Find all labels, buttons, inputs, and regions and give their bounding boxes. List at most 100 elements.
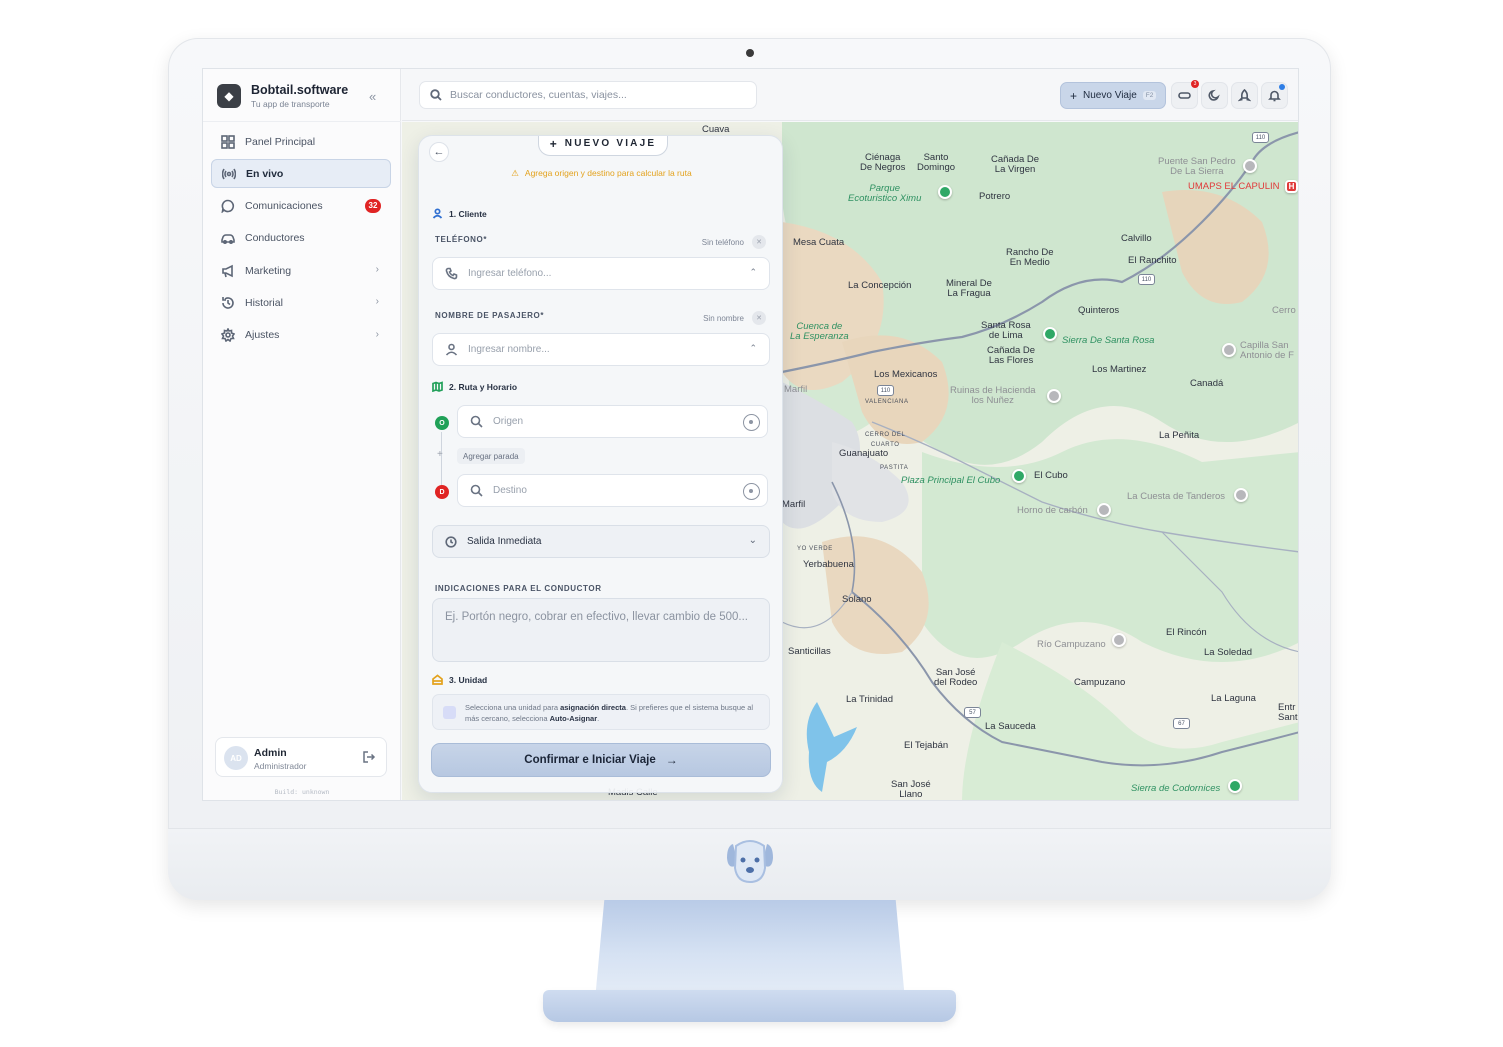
search-input[interactable]: Buscar conductores, cuentas, viajes... — [419, 81, 757, 109]
sidebar-item-ajustes[interactable]: Ajustes › — [211, 321, 391, 350]
search-icon — [430, 89, 442, 101]
locate-icon[interactable] — [743, 414, 760, 431]
origin-input[interactable]: Origen — [457, 405, 768, 438]
departure-select[interactable]: Salida Inmediata ⌄ — [432, 525, 770, 558]
divider — [203, 121, 401, 122]
highway-shield: 110 — [877, 385, 894, 396]
bell-icon — [1268, 90, 1281, 102]
route-warning-text: Agrega origen y destino para calcular la… — [524, 168, 692, 178]
poi-marker[interactable] — [1097, 503, 1111, 517]
connection-status-button[interactable]: 3 — [1171, 80, 1199, 109]
close-icon: ✕ — [752, 311, 766, 325]
map-label: San José del Rodeo — [934, 667, 978, 688]
unit-info-text: Selecciona una unidad para asignación di… — [465, 702, 765, 724]
add-stop-button[interactable]: Agregar parada — [457, 448, 525, 464]
unit-icon — [432, 674, 443, 685]
map-label: La Cuesta de Tanderos — [1127, 491, 1226, 502]
theme-toggle-button[interactable] — [1201, 82, 1228, 109]
driver-notes-textarea[interactable]: Ej. Portón negro, cobrar en efectivo, ll… — [432, 598, 770, 662]
name-placeholder: Ingresar nombre... — [468, 344, 550, 355]
broadcast-icon — [222, 167, 236, 181]
park-marker[interactable] — [1043, 327, 1057, 341]
gear-icon — [221, 328, 235, 343]
map-label: PASTITA — [880, 465, 909, 471]
no-phone-toggle[interactable]: Sin teléfono ✕ — [702, 235, 766, 249]
map-label: Plaza Principal El Cubo — [901, 475, 1001, 486]
map-label: Cuenca de La Esperanza — [790, 321, 849, 342]
build-version: Build: unknown — [274, 788, 330, 796]
locate-icon[interactable] — [743, 483, 760, 500]
phone-input[interactable]: Ingresar teléfono... ⌃ — [432, 257, 770, 290]
sidebar-item-comunicaciones[interactable]: Comunicaciones 32 — [211, 192, 391, 221]
confirm-label: Confirmar e Iniciar Viaje — [524, 754, 656, 766]
confirm-trip-button[interactable]: Confirmar e Iniciar Viaje → — [431, 743, 771, 777]
map-label: Mesa Cuata — [793, 237, 845, 248]
close-icon: ✕ — [752, 235, 766, 249]
origin-marker: O — [435, 416, 449, 430]
updown-icon: ⌃ — [749, 267, 757, 277]
sidebar-item-marketing[interactable]: Marketing › — [211, 256, 391, 285]
sidebar-item-panel-principal[interactable]: Panel Principal — [211, 127, 391, 156]
sidebar-item-en-vivo[interactable]: En vivo — [211, 159, 391, 189]
poi-marker[interactable] — [1112, 633, 1126, 647]
section-unit: 3. Unidad — [432, 674, 487, 685]
map-label: Puente San Pedro De La Sierra — [1158, 156, 1236, 177]
map-label: Ciénaga De Negros — [860, 152, 906, 173]
map-label: Río Campuzano — [1037, 639, 1106, 650]
search-icon — [470, 415, 483, 428]
arrow-right-icon: → — [665, 753, 678, 767]
map-icon — [432, 381, 443, 392]
map-label: Marfil — [784, 384, 808, 395]
panel-title-text: NUEVO VIAJE — [564, 138, 657, 149]
map-label: Santicillas — [788, 646, 831, 657]
poi-marker[interactable] — [1243, 159, 1257, 173]
passenger-name-input[interactable]: Ingresar nombre... ⌃ — [432, 333, 770, 366]
toggle-icon — [1178, 92, 1191, 99]
highway-shield: 67 — [1173, 718, 1190, 729]
sidebar-item-conductores[interactable]: Conductores — [211, 224, 391, 253]
rocket-button[interactable] — [1231, 82, 1258, 109]
notifications-button[interactable] — [1261, 82, 1288, 109]
sidebar-item-historial[interactable]: Historial › — [211, 288, 391, 317]
unit-info-bold: Auto-Asignar — [549, 714, 598, 723]
poi-marker[interactable] — [1222, 343, 1236, 357]
webcam — [746, 49, 754, 57]
park-marker[interactable] — [1228, 779, 1242, 793]
new-trip-button[interactable]: + Nuevo Viaje F2 — [1060, 82, 1166, 109]
map-label: UMAPS EL CAPULIN — [1188, 181, 1280, 192]
app-screen: ◆ Bobtail.software Tu app de transporte … — [202, 68, 1299, 801]
phone-placeholder: Ingresar teléfono... — [468, 268, 552, 279]
poi-marker[interactable] — [1047, 389, 1061, 403]
back-button[interactable]: ← — [429, 142, 449, 162]
user-card[interactable]: AD Admin Administrador — [215, 737, 387, 777]
map-label: Cañada De La Virgen — [991, 154, 1040, 175]
map-label: Marfil — [782, 499, 806, 510]
map-label: La Laguna — [1211, 693, 1256, 704]
hospital-marker[interactable]: H — [1285, 180, 1298, 193]
park-marker[interactable] — [938, 185, 952, 199]
poi-marker[interactable] — [1234, 488, 1248, 502]
dog-logo-icon — [727, 840, 773, 884]
sidebar-item-label: Conductores — [245, 232, 305, 245]
map-label: La Sauceda — [985, 721, 1036, 732]
section-route-title: 2. Ruta y Horario — [449, 381, 518, 392]
logout-icon[interactable] — [362, 750, 376, 764]
collapse-sidebar-icon[interactable]: « — [369, 89, 376, 104]
monitor-base — [543, 990, 956, 1022]
destination-input[interactable]: Destino — [457, 474, 768, 507]
map-label: Potrero — [979, 191, 1011, 202]
user-icon — [445, 343, 458, 356]
shortcut-hint: F2 — [1142, 91, 1157, 100]
monitor-stand — [595, 900, 905, 1000]
map-label: Sierra De Santa Rosa — [1062, 335, 1155, 346]
rocket-icon — [1238, 89, 1251, 102]
history-icon — [221, 296, 235, 310]
park-marker[interactable] — [1012, 469, 1026, 483]
map-label: Los Mexicanos — [874, 369, 938, 380]
unit-info-bold: asignación directa — [560, 703, 626, 712]
no-name-text: Sin nombre — [703, 313, 744, 323]
map-label: Quinteros — [1078, 305, 1120, 316]
no-name-toggle[interactable]: Sin nombre ✕ — [703, 311, 766, 325]
name-label: NOMBRE DE PASAJERO* — [435, 311, 545, 320]
map-label: Campuzano — [1074, 677, 1126, 688]
